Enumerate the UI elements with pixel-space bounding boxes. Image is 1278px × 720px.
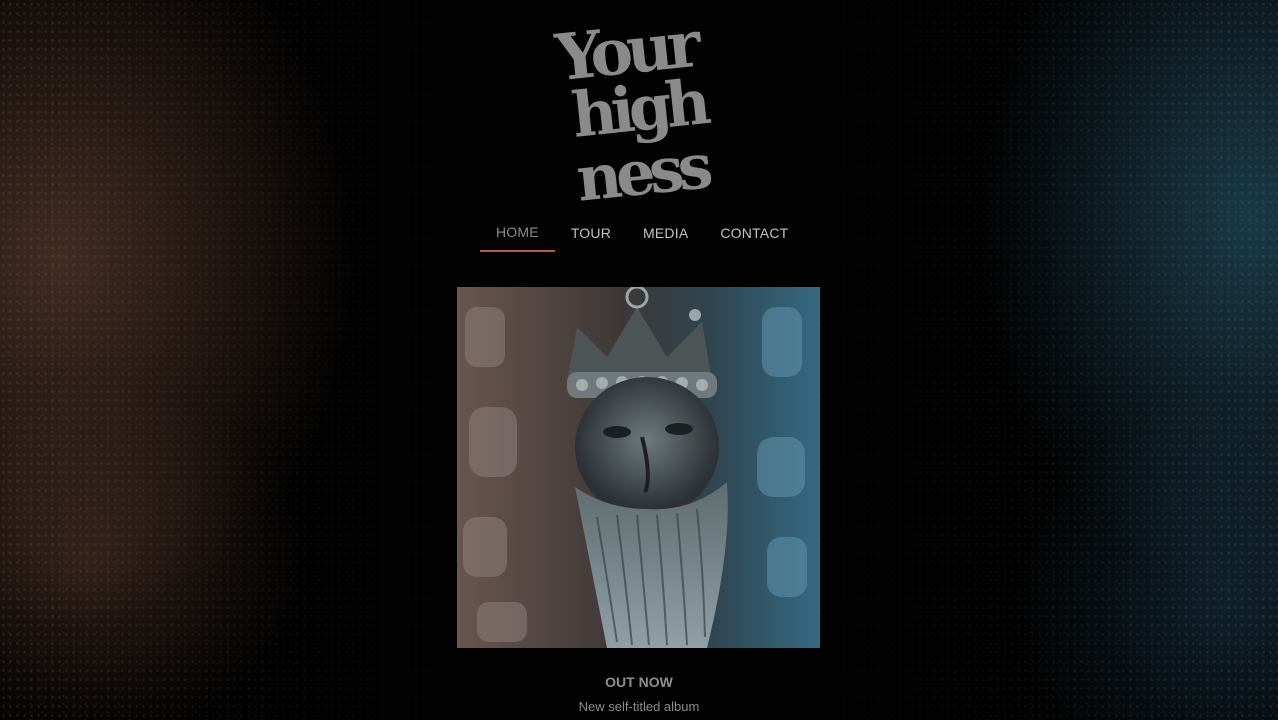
band-logo[interactable]: Your high ness	[552, 8, 728, 212]
release-headline: OUT NOW	[605, 674, 673, 690]
album-cover[interactable]	[457, 287, 820, 648]
nav-item-contact[interactable]: CONTACT	[704, 214, 804, 252]
nav-item-tour[interactable]: TOUR	[555, 214, 627, 252]
main-nav: HOME TOUR MEDIA CONTACT	[480, 214, 804, 252]
blackletter-logo-icon: Your high ness	[552, 8, 714, 212]
release-subheadline: New self-titled album	[578, 699, 700, 714]
svg-text:ness: ness	[573, 129, 714, 212]
nav-item-media[interactable]: MEDIA	[627, 214, 704, 252]
page: Your high ness HOME TOUR MEDIA CONTACT O…	[0, 0, 1278, 720]
nav-item-home[interactable]: HOME	[480, 214, 555, 252]
album-cover-art	[457, 287, 820, 648]
